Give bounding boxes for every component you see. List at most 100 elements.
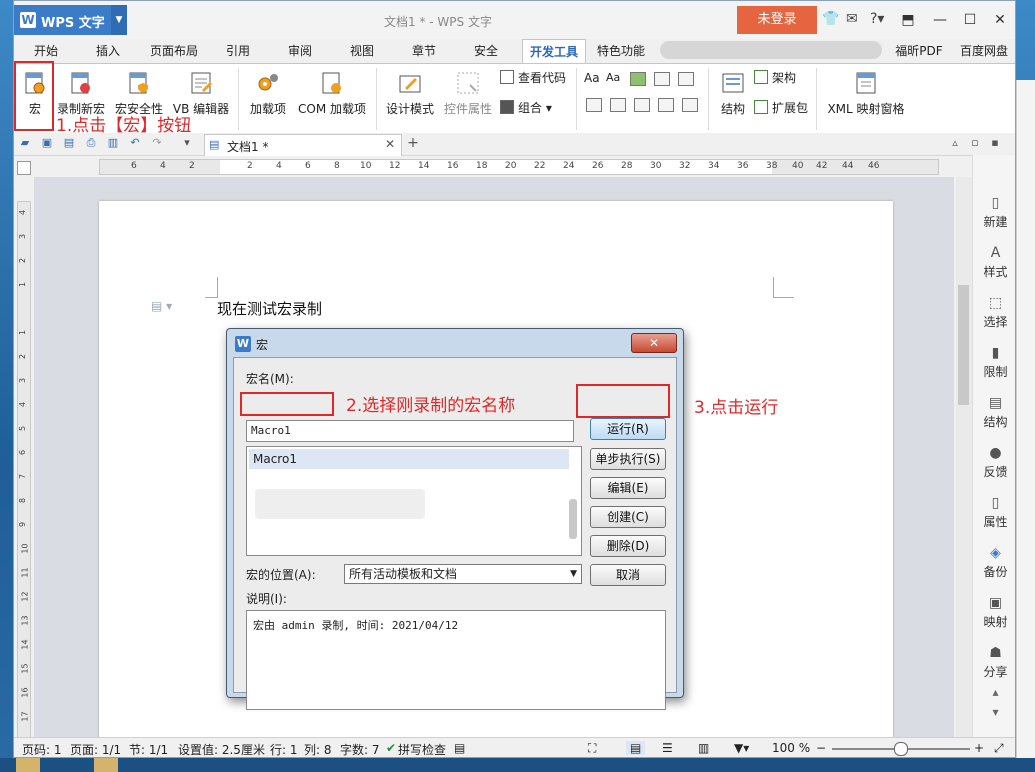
list-scrollbar-thumb[interactable]: [569, 499, 577, 539]
tab-security[interactable]: 安全: [466, 39, 506, 63]
control-properties-button[interactable]: 控件属性: [442, 70, 494, 117]
sidebar-item-select[interactable]: ⬚ 选择: [973, 295, 1015, 330]
tab-view[interactable]: 视图: [342, 39, 382, 63]
tab-review[interactable]: 审阅: [280, 39, 320, 63]
tab-references[interactable]: 引用: [218, 39, 258, 63]
schema-button[interactable]: 架构: [754, 68, 796, 88]
document-tab[interactable]: ▤ 文档1 * ✕: [204, 134, 402, 156]
run-button[interactable]: 运行(R): [590, 418, 666, 440]
tab-developer[interactable]: 开发工具: [522, 39, 586, 64]
document-text[interactable]: 现在测试宏录制: [217, 298, 322, 319]
panel-toggle-icon[interactable]: ▪: [988, 136, 1002, 150]
undo-icon[interactable]: ↶: [128, 136, 142, 150]
design-mode-button[interactable]: 设计模式: [384, 70, 436, 117]
building-block-icon[interactable]: [654, 72, 670, 86]
repeating-section-icon[interactable]: [658, 98, 674, 112]
restore-layout-icon[interactable]: ⬒: [896, 9, 920, 31]
zoom-in-icon[interactable]: +: [974, 741, 984, 755]
folder-icon[interactable]: [16, 758, 40, 772]
rich-text-control[interactable]: Aa: [584, 68, 600, 88]
folder-icon[interactable]: ▰: [18, 136, 32, 150]
dialog-close-button[interactable]: ✕: [631, 333, 677, 353]
date-picker-icon[interactable]: [634, 98, 650, 112]
tab-home[interactable]: 开始: [24, 39, 68, 63]
skin-icon[interactable]: 👕: [822, 11, 839, 27]
macro-location-select[interactable]: 所有活动模板和文档 ▼: [344, 564, 582, 584]
description-box[interactable]: 宏由 admin 录制, 时间: 2021/04/12: [246, 610, 666, 710]
help-icon[interactable]: ?▾: [870, 11, 884, 27]
macro-name-input[interactable]: Macro1: [246, 420, 574, 442]
tab-page-layout[interactable]: 页面布局: [144, 39, 204, 63]
combo-box-icon[interactable]: [586, 98, 602, 112]
legacy-tools-icon[interactable]: [682, 98, 698, 112]
chevron-down-icon[interactable]: ▼: [111, 5, 127, 35]
collapse-ribbon-icon[interactable]: ▵: [948, 136, 962, 150]
new-tab-icon[interactable]: +: [406, 136, 420, 150]
edit-button[interactable]: 编辑(E): [590, 477, 666, 499]
track-changes-icon[interactable]: ▤: [454, 741, 465, 755]
login-button[interactable]: 未登录: [737, 6, 817, 34]
close-button[interactable]: ✕: [988, 9, 1012, 31]
print-icon[interactable]: ⎙: [84, 136, 98, 150]
structure-button[interactable]: 结构: [716, 70, 750, 117]
sidebar-item-new[interactable]: ▯ 新建: [973, 195, 1015, 230]
sidebar-item-restrict[interactable]: ▮ 限制: [973, 345, 1015, 380]
vertical-ruler[interactable]: 4 3 2 1 1 2 3 4 5 6 7 8 9 10 11 12 13 14…: [17, 201, 31, 741]
status-word-count[interactable]: 字数: 7: [340, 741, 380, 757]
export-pdf-icon[interactable]: ▤: [62, 136, 76, 150]
panel-icon[interactable]: ▫: [968, 136, 982, 150]
eye-protect-icon[interactable]: ▼▾: [734, 741, 749, 755]
tab-chapter[interactable]: 章节: [404, 39, 444, 63]
list-item[interactable]: Macro1: [249, 449, 569, 469]
tab-foxit-pdf[interactable]: 福昕PDF: [890, 39, 948, 63]
expansion-pack-button[interactable]: 扩展包: [754, 98, 808, 118]
scroll-up-icon[interactable]: ▴: [973, 685, 1015, 699]
create-button[interactable]: 创建(C): [590, 506, 666, 528]
cancel-button[interactable]: 取消: [590, 564, 666, 586]
scroll-down-icon[interactable]: ▾: [973, 705, 1015, 719]
minimize-button[interactable]: —: [928, 9, 952, 31]
xml-mapping-button[interactable]: XML 映射窗格: [824, 70, 908, 117]
print-preview-icon[interactable]: ▥: [106, 136, 120, 150]
spell-check-button[interactable]: 拼写检查: [398, 741, 446, 757]
close-tab-icon[interactable]: ✕: [385, 137, 395, 151]
view-code-button[interactable]: 查看代码: [500, 68, 566, 88]
fullscreen-icon[interactable]: ⛶: [588, 741, 596, 756]
outline-view-icon[interactable]: ☰: [662, 741, 673, 755]
checkbox-control-icon[interactable]: [678, 72, 694, 86]
save-icon[interactable]: ▣: [40, 136, 54, 150]
tab-special[interactable]: 特色功能: [592, 39, 650, 63]
dropdown-list-icon[interactable]: [610, 98, 626, 112]
sidebar-item-share[interactable]: ☗ 分享: [973, 645, 1015, 680]
macro-security-button[interactable]: 宏安全性: [114, 70, 164, 117]
zoom-level[interactable]: 100 %: [772, 741, 810, 755]
tab-baidu-netdisk[interactable]: 百度网盘: [956, 39, 1012, 63]
page-view-icon[interactable]: ▤: [626, 741, 646, 755]
folder-icon[interactable]: [94, 758, 118, 772]
sidebar-item-properties[interactable]: ▯ 属性: [973, 495, 1015, 530]
horizontal-ruler[interactable]: 6 4 2 2 4 6 8 10 12 14 16 18 20 22 24 26…: [99, 159, 939, 175]
com-addins-button[interactable]: COM 加载项: [296, 70, 368, 117]
delete-button[interactable]: 删除(D): [590, 535, 666, 557]
redo-icon[interactable]: ↷: [150, 136, 164, 150]
macro-list[interactable]: Macro1: [246, 446, 582, 556]
zoom-out-icon[interactable]: −: [816, 741, 826, 755]
fit-window-icon[interactable]: ⤢: [994, 741, 1004, 756]
sidebar-item-style[interactable]: A 样式: [973, 245, 1015, 280]
scrollbar-thumb[interactable]: [958, 285, 969, 405]
paragraph-handle-icon[interactable]: ▤ ▾: [151, 299, 172, 313]
ruler-corner-toggle[interactable]: [17, 161, 31, 175]
record-macro-button[interactable]: 录制新宏: [56, 70, 106, 117]
sidebar-item-feedback[interactable]: ● 反馈: [973, 445, 1015, 480]
vb-editor-button[interactable]: VB 编辑器: [172, 70, 230, 117]
plain-text-control[interactable]: Aa: [606, 68, 620, 88]
step-into-button[interactable]: 单步执行(S): [590, 448, 666, 470]
sidebar-item-mapping[interactable]: ▣ 映射: [973, 595, 1015, 630]
maximize-button[interactable]: ☐: [958, 9, 982, 31]
tab-insert[interactable]: 插入: [86, 39, 130, 63]
chat-icon[interactable]: ✉: [846, 11, 858, 27]
sidebar-item-backup[interactable]: ◈ 备份: [973, 545, 1015, 580]
addins-button[interactable]: 加载项: [246, 70, 290, 117]
sidebar-item-structure[interactable]: ▤ 结构: [973, 395, 1015, 430]
reading-view-icon[interactable]: ▥: [698, 741, 709, 755]
